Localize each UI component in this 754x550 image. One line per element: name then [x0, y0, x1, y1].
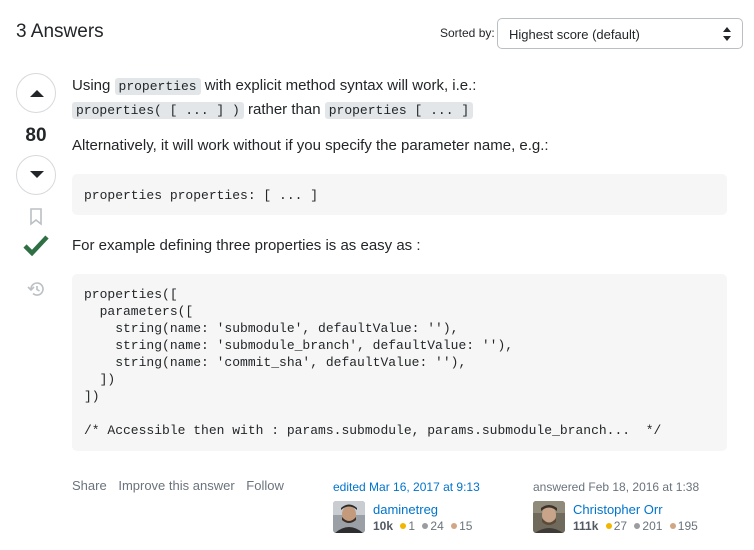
paragraph-3: For example defining three properties is… — [72, 237, 421, 254]
reputation-score: 10k — [373, 519, 394, 533]
code-line: ]) — [84, 389, 100, 404]
bookmark-icon[interactable] — [29, 208, 43, 226]
editor-user-card: daminetreg 10k 1 24 15 — [333, 501, 533, 535]
code-line: string(name: 'commit_sha', defaultValue:… — [84, 355, 467, 370]
improve-answer-link[interactable]: Improve this answer — [118, 478, 234, 493]
code-line: properties([ — [84, 287, 178, 302]
code-line: parameters([ — [84, 304, 194, 319]
downvote-button[interactable] — [16, 155, 56, 195]
bronze-badge-count: 15 — [459, 519, 473, 533]
bronze-badge-icon — [669, 523, 676, 530]
silver-badge-icon — [422, 523, 429, 530]
downvote-icon — [30, 171, 44, 178]
upvote-button[interactable] — [16, 73, 56, 113]
editor-name-link[interactable]: daminetreg — [373, 502, 438, 517]
gold-badge-count: 1 — [408, 519, 416, 533]
paragraph-2: Alternatively, it will work without if y… — [72, 137, 549, 154]
inline-code: properties [ ... ] — [324, 102, 474, 119]
answers-header: 3 Answers Sorted by: Highest score (defa… — [16, 18, 744, 52]
history-icon[interactable] — [26, 280, 46, 298]
gold-badge-count: 27 — [613, 519, 628, 533]
inline-code: properties( [ ... ] ) — [72, 102, 244, 119]
select-caret-icon — [723, 27, 731, 41]
text: rather than — [243, 101, 325, 118]
inline-code: properties — [114, 78, 201, 95]
text: Using — [72, 77, 115, 94]
avatar[interactable] — [533, 501, 565, 533]
avatar[interactable] — [333, 501, 365, 533]
code-block-1: properties properties: [ ... ] — [72, 174, 727, 215]
author-reputation: 111k 27 201 195 — [573, 519, 698, 533]
gold-badge-icon — [605, 523, 612, 530]
sort-select-value: Highest score (default) — [509, 27, 640, 42]
code-line: ]) — [84, 372, 116, 387]
upvote-icon — [30, 90, 44, 97]
answered-timestamp: answered Feb 18, 2016 at 1:38 — [533, 480, 700, 494]
checkmark-icon — [23, 235, 49, 256]
vote-count: 80 — [25, 125, 47, 146]
author-name-link[interactable]: Christopher Orr — [573, 502, 663, 517]
code-block-2: properties([ parameters([ string(name: '… — [72, 274, 727, 451]
author-user-card: Christopher Orr 111k 27 201 195 — [533, 501, 733, 535]
code-line: string(name: 'submodule', defaultValue: … — [84, 321, 459, 336]
follow-link[interactable]: Follow — [246, 478, 284, 493]
gold-badge-icon — [400, 523, 407, 530]
editor-reputation: 10k 1 24 15 — [373, 519, 472, 533]
sort-label: Sorted by: — [440, 26, 495, 40]
share-link[interactable]: Share — [72, 478, 107, 493]
text: with explicit method syntax will work, i… — [200, 77, 477, 94]
editor-signature: edited Mar 16, 2017 at 9:13 daminetreg 1… — [333, 480, 533, 533]
answers-count: 3 Answers — [16, 21, 104, 42]
edited-timestamp-link[interactable]: edited Mar 16, 2017 at 9:13 — [333, 480, 533, 496]
code-line: string(name: 'submodule_branch', default… — [84, 338, 514, 353]
reputation-score: 111k — [573, 519, 599, 533]
silver-badge-icon — [634, 523, 641, 530]
post-actions: Share Improve this answer Follow — [72, 478, 292, 493]
paragraph-1: Using properties with explicit method sy… — [72, 74, 727, 122]
sort-select[interactable]: Highest score (default) — [497, 18, 743, 49]
silver-badge-count: 24 — [430, 519, 444, 533]
code-line: /* Accessible then with : params.submodu… — [84, 423, 662, 438]
author-signature: answered Feb 18, 2016 at 1:38 Christophe… — [533, 480, 733, 533]
bronze-badge-count: 195 — [677, 519, 698, 533]
silver-badge-count: 201 — [642, 519, 663, 533]
bronze-badge-icon — [451, 523, 458, 530]
